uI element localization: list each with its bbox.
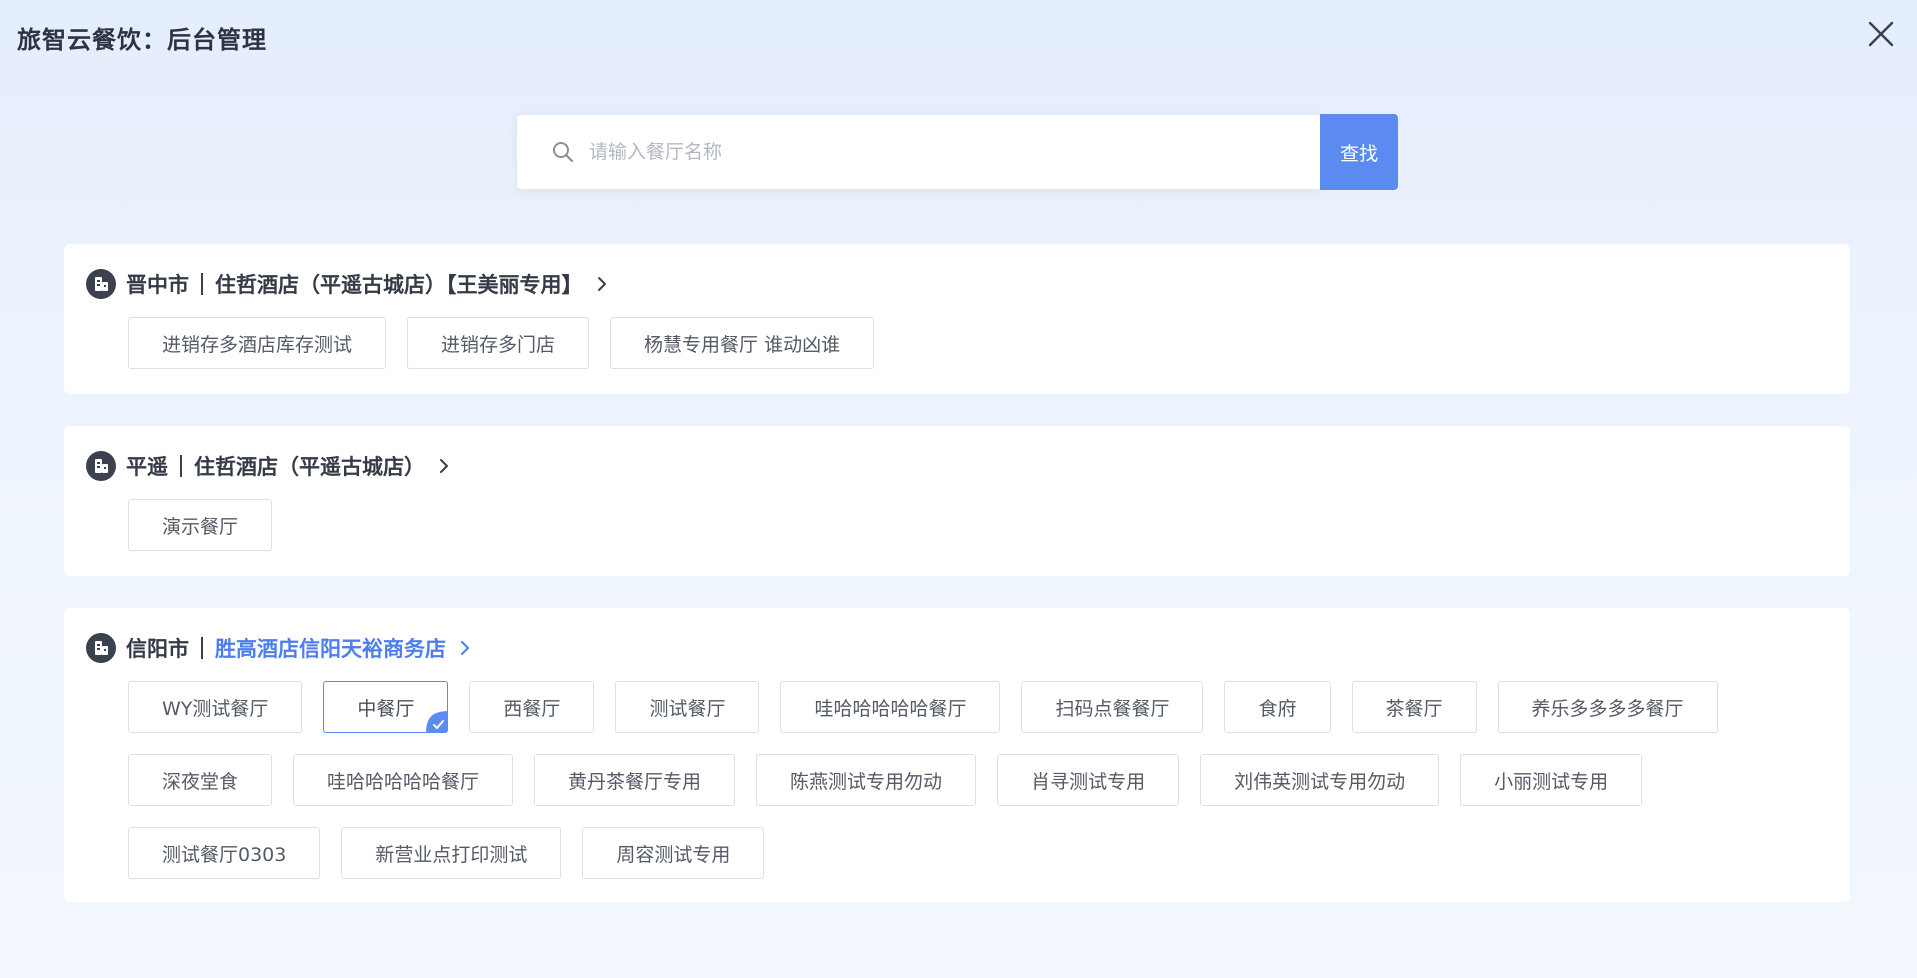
city-name: 信阳市 [126,637,189,661]
restaurant-tag[interactable]: 进销存多酒店库存测试 [128,317,387,369]
restaurant-tag[interactable]: 养乐多多多多餐厅 [1497,681,1718,733]
close-button[interactable] [1865,18,1897,50]
restaurant-tag[interactable]: 陈燕测试专用勿动 [756,754,977,806]
restaurant-tag-selected[interactable]: 中餐厅 [323,681,449,733]
hotel-group: 信阳市 胜高酒店信阳天裕商务店 WY测试餐厅 中餐厅 西餐厅 测试餐厅 哇哈哈哈… [64,608,1850,902]
restaurant-tag[interactable]: 进销存多门店 [407,317,590,369]
group-header[interactable]: 晋中市 住哲酒店（平遥古城店）【王美丽专用】 [86,268,1826,300]
restaurant-tag[interactable]: 周容测试专用 [582,827,765,879]
restaurant-tag[interactable]: WY测试餐厅 [128,681,303,733]
city-name: 平遥 [126,455,168,479]
restaurant-tag-label: 中餐厅 [357,697,415,720]
divider [201,273,203,295]
restaurant-tag[interactable]: 食府 [1224,681,1331,733]
restaurant-tag[interactable]: 测试餐厅0303 [128,827,321,879]
restaurant-tag[interactable]: 深夜堂食 [128,754,273,806]
chevron-right-icon[interactable] [593,275,611,293]
city-name: 晋中市 [126,273,189,297]
building-icon [86,633,116,663]
divider [201,637,203,659]
hotel-group: 晋中市 住哲酒店（平遥古城店）【王美丽专用】 进销存多酒店库存测试 进销存多门店… [64,244,1850,394]
building-icon [86,269,116,299]
close-icon [1868,21,1894,47]
restaurant-tag[interactable]: 小丽测试专用 [1460,754,1643,806]
restaurant-list: 进销存多酒店库存测试 进销存多门店 杨慧专用餐厅 谁动凶谁 [128,317,1826,369]
hotel-group: 平遥 住哲酒店（平遥古城店） 演示餐厅 [64,426,1850,576]
restaurant-tag[interactable]: 新营业点打印测试 [341,827,562,879]
restaurant-tag[interactable]: 刘伟英测试专用勿动 [1200,754,1440,806]
divider [180,455,182,477]
restaurant-tag[interactable]: 哇哈哈哈哈哈餐厅 [293,754,514,806]
search-box [516,114,1320,190]
search-icon [553,142,574,163]
restaurant-tag[interactable]: 杨慧专用餐厅 谁动凶谁 [610,317,875,369]
restaurant-tag[interactable]: 测试餐厅 [615,681,760,733]
check-corner-icon [426,711,449,733]
hotel-name[interactable]: 住哲酒店（平遥古城店） [194,451,425,481]
restaurant-tag[interactable]: 西餐厅 [469,681,595,733]
restaurant-tag[interactable]: 扫码点餐餐厅 [1021,681,1204,733]
restaurant-tag[interactable]: 肖寻测试专用 [997,754,1180,806]
restaurant-list: WY测试餐厅 中餐厅 西餐厅 测试餐厅 哇哈哈哈哈哈餐厅 扫码点餐餐厅 食府 茶… [128,681,1828,879]
restaurant-tag[interactable]: 黄丹茶餐厅专用 [534,754,736,806]
building-icon [86,451,116,481]
app-title: 旅智云餐饮：后台管理 [17,26,267,54]
restaurant-tag[interactable]: 哇哈哈哈哈哈餐厅 [780,681,1001,733]
search-input[interactable] [587,131,1231,173]
group-header[interactable]: 信阳市 胜高酒店信阳天裕商务店 [86,632,1826,664]
search-bar: 查找 [516,114,1398,190]
hotel-name-active[interactable]: 胜高酒店信阳天裕商务店 [215,633,446,663]
restaurant-list: 演示餐厅 [128,499,1826,551]
restaurant-tag[interactable]: 茶餐厅 [1351,681,1477,733]
chevron-right-icon[interactable] [435,457,453,475]
hotel-name[interactable]: 住哲酒店（平遥古城店）【王美丽专用】 [215,269,583,299]
restaurant-tag[interactable]: 演示餐厅 [128,499,273,551]
search-button[interactable]: 查找 [1320,114,1398,190]
group-header[interactable]: 平遥 住哲酒店（平遥古城店） [86,450,1826,482]
chevron-right-icon[interactable] [456,639,474,657]
